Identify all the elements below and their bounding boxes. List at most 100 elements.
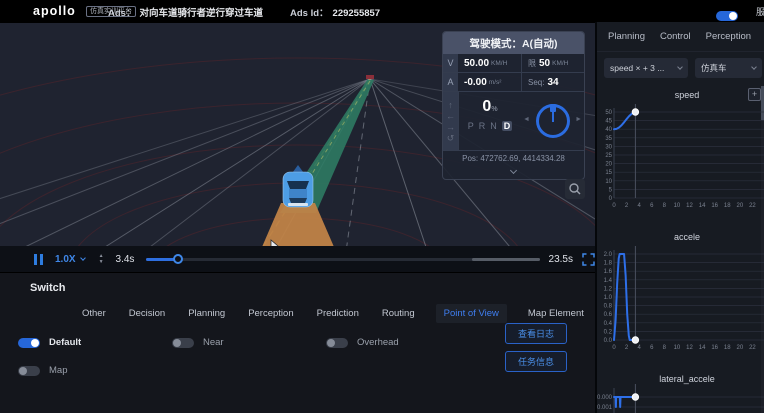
svg-text:0: 0 [612,345,616,351]
svg-text:0.6: 0.6 [604,312,613,318]
tab-other[interactable]: Other [80,304,108,323]
dashboard-collapse-button[interactable] [443,166,584,179]
topbar-partial-label: 服 [756,5,764,18]
svg-text:0.000: 0.000 [597,395,613,401]
tab-perception-right[interactable]: Perception [704,27,753,46]
overhead-toggle-switch[interactable] [326,338,348,348]
accel-unit: m/s² [489,79,502,86]
position-readout: Pos: 472762.69, 4414334.28 [443,150,584,166]
svg-text:4: 4 [638,203,642,209]
ads-value: 对向车道骑行者逆行穿过车道 [139,8,263,19]
svg-text:0.2: 0.2 [604,329,613,335]
tab-prediction[interactable]: Prediction [315,304,361,323]
speed-value: 50.00 [464,58,489,69]
chart-filters: speed × + 3 ... 仿真车 [597,58,764,78]
tab-map-element[interactable]: Map Element [526,304,586,323]
switch-panel: Switch Other Decision Planning Perceptio… [0,272,595,413]
obstacle-marker [366,75,374,79]
playback-rate-dropdown[interactable]: 1.0X [55,254,85,265]
svg-text:40: 40 [605,127,612,133]
limit-value: 50 [539,58,550,69]
scenario-name: Ads：对向车道骑行者逆行穿过车道 [108,5,263,19]
add-chart-button[interactable]: + [748,88,761,101]
timeline-track[interactable] [146,258,539,261]
svg-text:10: 10 [605,179,612,185]
toggle-near-label: Near [203,337,224,348]
ads-id-value: 229255857 [333,8,381,19]
task-info-button[interactable]: 任务信息 [505,351,567,372]
toggle-default[interactable]: Default [18,337,172,348]
side-buttons: 查看日志 任务信息 [505,323,567,372]
tab-decision[interactable]: Decision [127,304,167,323]
vehicle-select-value: 仿真车 [701,62,727,74]
near-toggle-switch[interactable] [172,338,194,348]
svg-text:8: 8 [663,203,667,209]
svg-text:22: 22 [749,203,756,209]
svg-text:1.4: 1.4 [604,278,613,284]
tab-routing[interactable]: Routing [380,304,417,323]
svg-text:8: 8 [663,345,667,351]
svg-text:4: 4 [638,345,642,351]
steering-indicator: ◄ ► [521,92,584,150]
app-root: apollo 仿真实训平台 Ads：对向车道骑行者逆行穿过车道 Ads Id：2… [0,0,764,413]
frame-stepper[interactable]: ▲▼ [99,254,104,265]
tab-planning[interactable]: Planning [606,27,647,46]
view-logs-button[interactable]: 查看日志 [505,323,567,344]
map-toggle-switch[interactable] [18,366,40,376]
toggle-map[interactable]: Map [18,365,172,376]
accel-row: A -0.00 m/s² Seq: 34 [443,73,584,92]
series-select[interactable]: speed × + 3 ... [604,58,688,78]
tab-control[interactable]: Control [658,27,693,46]
gear-indicator: P R N D [459,121,521,131]
seq-label: Seq: [528,78,544,87]
step-up-icon: ▲ [99,254,104,259]
svg-text:20: 20 [737,203,744,209]
apollo-logo: apollo [33,4,76,18]
svg-text:-0.001: -0.001 [597,405,613,411]
toggle-map-label: Map [49,365,67,376]
svg-text:45: 45 [605,119,612,125]
left-arrow-icon: ← [446,111,455,121]
accel-key: A [443,73,458,91]
chevron-down-icon [510,167,517,174]
chevron-down-icon [677,64,683,70]
svg-text:0.8: 0.8 [604,304,613,310]
throttle-percent-unit: % [491,106,497,113]
steering-wheel-icon [536,104,570,138]
limit-unit: KM/H [552,60,568,67]
scene-zoom-button[interactable] [565,179,585,199]
step-down-icon: ▼ [99,260,104,265]
series-select-value: speed × + 3 ... [610,63,664,73]
gear-d-active: D [502,121,513,131]
seq-value: 34 [547,77,558,88]
svg-text:30: 30 [605,144,612,150]
status-panel: Planning Control Perception Status speed… [595,22,764,413]
fullscreen-button[interactable] [582,253,595,266]
tab-perception[interactable]: Perception [246,304,295,323]
total-time: 23.5s [549,254,573,265]
playback-rate-value: 1.0X [55,254,76,265]
toggle-overhead[interactable]: Overhead [326,337,480,348]
tab-planning[interactable]: Planning [186,304,227,323]
default-toggle-switch[interactable] [18,338,40,348]
driving-scene-viewport[interactable]: 驾驶模式：A(自动) V 50.00 KM/H 限 50 KM/H A -0.0… [0,22,595,272]
pause-button[interactable] [34,254,43,265]
vehicle-select[interactable]: 仿真车 [695,58,762,78]
timeline-handle[interactable] [173,254,183,264]
timeline-loaded [472,258,540,261]
svg-text:10: 10 [674,345,681,351]
driving-mode-title: 驾驶模式：A(自动) [443,32,584,54]
tab-point-of-view[interactable]: Point of View [436,304,507,323]
steer-left-arrow-icon: ◄ [523,116,530,123]
topbar-toggle[interactable] [716,11,738,21]
switch-panel-title: Switch [30,282,65,294]
svg-text:1.2: 1.2 [604,286,613,292]
accel-value: -0.00 [464,77,487,88]
scenario-id: Ads Id：229255857 [290,5,380,19]
svg-text:16: 16 [711,203,718,209]
toggle-near[interactable]: Near [172,337,326,348]
top-bar: apollo 仿真实训平台 Ads：对向车道骑行者逆行穿过车道 Ads Id：2… [0,0,764,22]
svg-text:lateral_accele: lateral_accele [659,374,715,384]
gear-n: N [490,121,497,131]
status-panel-tabs: Planning Control Perception Status [597,22,764,52]
